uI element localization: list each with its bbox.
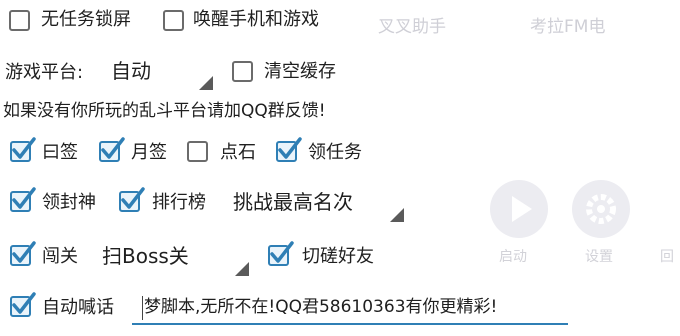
bg-caption: 回: [660, 249, 674, 265]
ranking-label: 排行榜: [152, 192, 206, 213]
wake-phone-label: 唤醒手机和游戏: [193, 9, 319, 30]
pass-mode-value: 扫Boss关: [102, 244, 189, 268]
platform-label: 游戏平台:: [5, 62, 84, 83]
monthly-sign-checkbox[interactable]: [99, 137, 125, 162]
platform-value: 自动: [111, 59, 151, 83]
dropdown-arrow-icon: [390, 208, 404, 222]
lock-screen-checkbox[interactable]: [9, 10, 30, 31]
checkmark-icon: [12, 137, 36, 159]
claim-god-checkbox[interactable]: [10, 187, 36, 212]
bg-settings-circle: [572, 180, 630, 238]
dropdown-arrow-icon: [199, 76, 213, 90]
rank-mode-spinner[interactable]: 挑战最高名次: [220, 182, 406, 224]
background-layer: 叉叉助手 考拉FM电 启动 设置 回: [0, 0, 680, 336]
daily-sign-checkbox[interactable]: [10, 137, 36, 162]
gear-icon: [586, 194, 616, 224]
bg-caption: 启动: [499, 249, 527, 265]
shout-message-text: 梦脚本,无所不在!QQ君58610363有你更精彩!: [144, 297, 498, 317]
auto-shout-checkbox[interactable]: [10, 292, 36, 317]
checkmark-icon: [101, 137, 125, 159]
auto-shout-label: 自动喊话: [42, 297, 114, 318]
clear-cache-label: 清空缓存: [264, 61, 336, 82]
clear-cache-checkbox[interactable]: [232, 61, 253, 82]
pass-level-label: 闯关: [42, 246, 78, 267]
ranking-checkbox[interactable]: [119, 187, 145, 212]
checkmark-icon: [278, 137, 302, 159]
claim-god-label: 领封神: [42, 192, 96, 213]
lock-screen-label: 无任务锁屏: [41, 9, 131, 30]
text-cursor: [142, 296, 143, 320]
bg-caption: 设置: [585, 249, 613, 265]
checkmark-icon: [121, 187, 145, 209]
claim-task-checkbox[interactable]: [276, 137, 302, 162]
point-stone-checkbox[interactable]: [187, 141, 208, 162]
daily-sign-label: 曰签: [42, 142, 78, 163]
point-stone-label: 点石: [220, 142, 256, 163]
spar-friend-label: 切磋好友: [302, 246, 374, 267]
dropdown-arrow-icon: [235, 262, 249, 276]
spar-friend-checkbox[interactable]: [268, 241, 294, 266]
checkmark-icon: [12, 187, 36, 209]
claim-task-label: 领任务: [308, 142, 362, 163]
platform-spinner[interactable]: 自动: [100, 52, 215, 92]
bg-app-label: 考拉FM电: [530, 17, 606, 37]
shout-message-input[interactable]: 梦脚本,无所不在!QQ君58610363有你更精彩!: [132, 290, 568, 326]
platform-notice: 如果没有你所玩的乱斗平台请加QQ群反馈!: [3, 101, 326, 121]
rank-mode-value: 挑战最高名次: [233, 190, 353, 214]
checkmark-icon: [12, 292, 36, 314]
bg-app-label: 叉叉助手: [378, 17, 446, 37]
pass-level-checkbox[interactable]: [10, 241, 36, 266]
checkmark-icon: [270, 241, 294, 263]
input-underline: [132, 323, 568, 325]
wake-phone-checkbox[interactable]: [163, 10, 184, 31]
play-icon: [512, 196, 532, 222]
pass-mode-spinner[interactable]: 扫Boss关: [92, 236, 252, 278]
bg-play-circle: [490, 180, 548, 238]
monthly-sign-label: 月签: [131, 142, 167, 163]
checkmark-icon: [12, 241, 36, 263]
